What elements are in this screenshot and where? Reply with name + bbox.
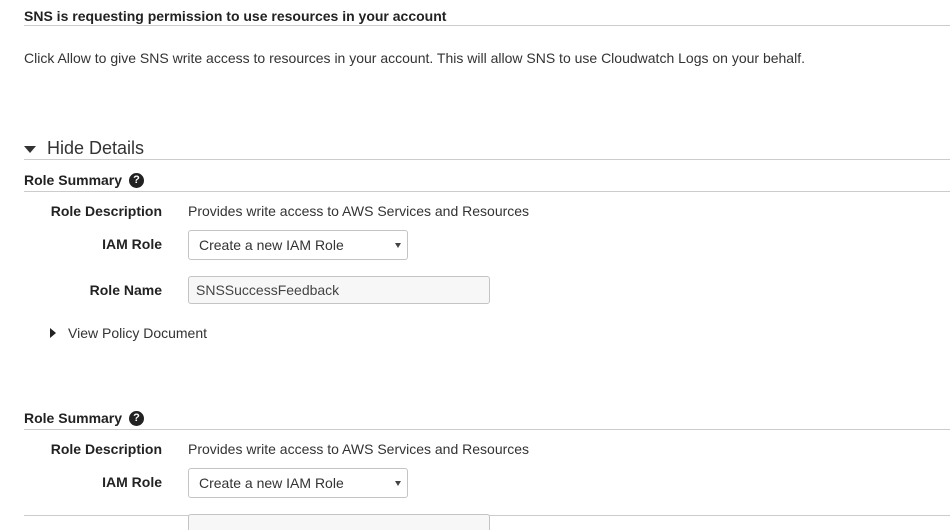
view-policy-document-toggle[interactable]: View Policy Document bbox=[50, 325, 207, 341]
dropdown-arrow-icon bbox=[395, 243, 401, 248]
dropdown-arrow-icon bbox=[395, 481, 401, 486]
page-title: SNS is requesting permission to use reso… bbox=[24, 8, 447, 24]
role-name-input[interactable] bbox=[188, 276, 490, 304]
role-summary-title-2: Role Summary ? bbox=[24, 410, 145, 426]
intro-text: Click Allow to give SNS write access to … bbox=[24, 50, 805, 66]
role-summary-label: Role Summary bbox=[24, 172, 123, 188]
role-summary-divider bbox=[24, 191, 950, 192]
header-divider bbox=[24, 25, 950, 26]
iam-role-select[interactable]: Create a new IAM Role bbox=[188, 230, 408, 260]
role-name-input-2-partial[interactable] bbox=[188, 514, 490, 530]
role-summary-divider-2 bbox=[24, 429, 950, 430]
role-description-label-2: Role Description bbox=[50, 441, 162, 457]
caret-right-icon bbox=[50, 328, 56, 338]
iam-role-selected-value: Create a new IAM Role bbox=[199, 237, 344, 253]
help-icon[interactable]: ? bbox=[129, 410, 145, 426]
iam-role-label-2: IAM Role bbox=[102, 474, 162, 490]
details-divider bbox=[24, 159, 950, 160]
role-name-label: Role Name bbox=[89, 282, 162, 298]
iam-role-selected-value-2: Create a new IAM Role bbox=[199, 475, 344, 491]
hide-details-label: Hide Details bbox=[47, 138, 145, 158]
role-summary-label-2: Role Summary bbox=[24, 410, 123, 426]
iam-role-select-2[interactable]: Create a new IAM Role bbox=[188, 468, 408, 498]
help-icon[interactable]: ? bbox=[129, 172, 145, 188]
role-description-value-2: Provides write access to AWS Services an… bbox=[188, 441, 530, 457]
permission-page: SNS is requesting permission to use reso… bbox=[0, 0, 950, 530]
view-policy-document-label: View Policy Document bbox=[68, 325, 208, 341]
iam-role-label: IAM Role bbox=[102, 236, 162, 252]
role-description-label: Role Description bbox=[50, 203, 162, 219]
role-description-value: Provides write access to AWS Services an… bbox=[188, 203, 530, 219]
caret-down-icon bbox=[24, 146, 36, 153]
role-summary-title: Role Summary ? bbox=[24, 172, 145, 188]
hide-details-toggle[interactable]: Hide Details bbox=[24, 138, 144, 159]
